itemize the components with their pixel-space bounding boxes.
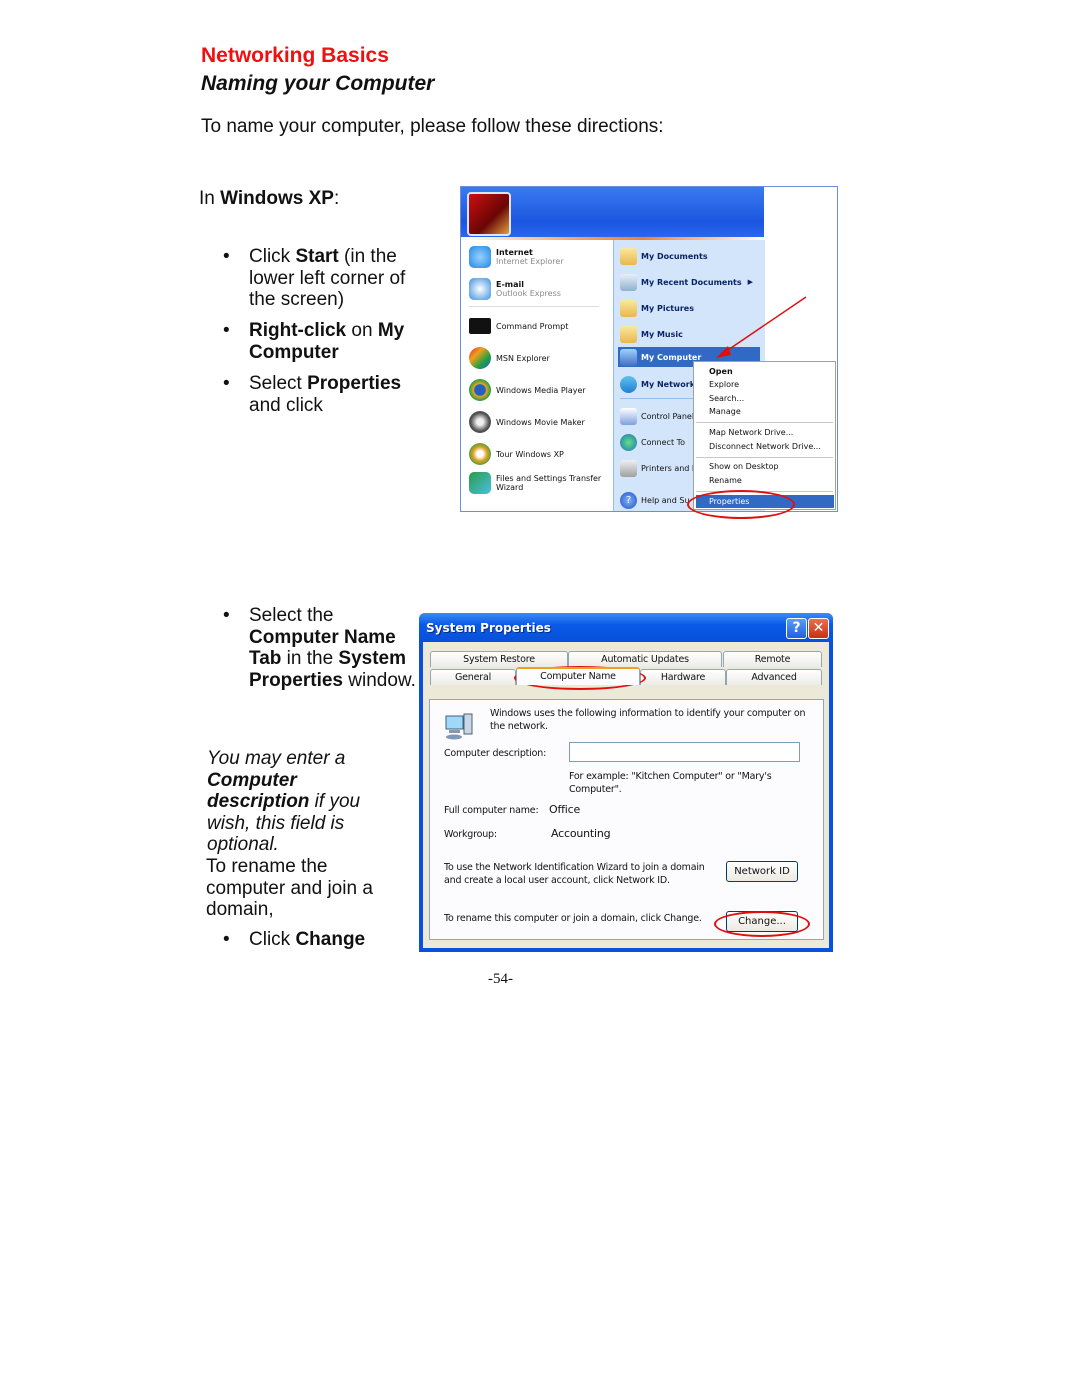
ctx-map-drive[interactable]: Map Network Drive...: [709, 428, 793, 437]
folder-icon: [620, 247, 637, 265]
user-avatar-chess-icon: [467, 192, 511, 236]
network-id-button[interactable]: Network ID: [726, 861, 798, 882]
start-item-tour-xp[interactable]: Tour Windows XP: [469, 443, 564, 465]
step-click-change: • Click Change: [223, 929, 366, 950]
submenu-arrow-icon: ▶: [747, 278, 754, 286]
ctx-explore[interactable]: Explore: [709, 380, 739, 389]
bullet: •: [223, 320, 230, 341]
workgroup-value: Accounting: [551, 827, 611, 840]
full-name-value: Office: [549, 803, 581, 816]
menu-separator: [696, 422, 833, 423]
start-item-internet[interactable]: Internet Internet Explorer: [469, 246, 564, 268]
step-click-start: • Click Start (in the lower left corner …: [223, 246, 406, 310]
description-label: Computer description:: [444, 748, 547, 759]
intro-text: To name your computer, please follow the…: [201, 116, 664, 137]
bullet: •: [223, 605, 230, 626]
ctx-manage[interactable]: Manage: [709, 407, 741, 416]
outlook-express-icon: [469, 278, 491, 300]
dialog-body: System Restore Automatic Updates Remote …: [423, 642, 829, 948]
tour-xp-icon: [469, 443, 491, 465]
transfer-wizard-icon: [469, 472, 491, 494]
close-button[interactable]: ✕: [808, 618, 829, 639]
context-menu: Open Explore Search... Manage Map Networ…: [693, 361, 836, 510]
media-player-icon: [469, 379, 491, 401]
step-select-properties: • Select Properties and click: [223, 373, 402, 416]
tab-computer-name[interactable]: Computer Name: [516, 667, 640, 685]
pictures-folder-icon: [620, 299, 637, 317]
help-button[interactable]: ?: [786, 618, 807, 639]
dialog-title: System Properties: [426, 621, 551, 635]
page-number: -54-: [488, 971, 513, 987]
my-network-icon: [620, 375, 637, 393]
place-my-music[interactable]: My Music: [620, 324, 760, 344]
tab-hardware[interactable]: Hardware: [640, 669, 726, 685]
tab-remote[interactable]: Remote: [723, 651, 822, 667]
tab-automatic-updates[interactable]: Automatic Updates: [568, 651, 722, 667]
printer-icon: [620, 459, 637, 477]
start-item-msn-explorer[interactable]: MSN Explorer: [469, 347, 550, 369]
step-right-click: • Right-click on My Computer: [223, 320, 405, 363]
bullet: •: [223, 246, 230, 267]
msn-butterfly-icon: [469, 347, 491, 369]
movie-maker-icon: [469, 411, 491, 433]
start-menu-programs: Internet Internet Explorer E-mail Outlook …: [461, 240, 613, 511]
recent-documents-icon: [620, 273, 637, 291]
start-item-email[interactable]: E-mail Outlook Express: [469, 278, 561, 300]
tab-general[interactable]: General: [430, 669, 516, 685]
highlight-oval-properties: [687, 490, 795, 519]
ctx-rename[interactable]: Rename: [709, 476, 742, 485]
place-my-recent-documents[interactable]: My Recent Documents ▶: [620, 272, 760, 292]
section-title: Networking Basics: [201, 44, 389, 67]
ctx-show-on-desktop[interactable]: Show on Desktop: [709, 462, 779, 471]
ctx-disconnect-drive[interactable]: Disconnect Network Drive...: [709, 442, 821, 451]
computer-description-input[interactable]: [569, 742, 800, 762]
start-item-command-prompt[interactable]: Command Prompt: [469, 318, 568, 334]
bullet: •: [223, 929, 230, 950]
start-item-movie-maker[interactable]: Windows Movie Maker: [469, 411, 585, 433]
computer-name-panel: Windows uses the following information t…: [429, 699, 824, 940]
tab-system-restore[interactable]: System Restore: [430, 651, 568, 667]
bullet: •: [223, 373, 230, 394]
tab-advanced[interactable]: Advanced: [726, 669, 822, 685]
start-item-media-player[interactable]: Windows Media Player: [469, 379, 586, 401]
ctx-open[interactable]: Open: [709, 367, 733, 376]
divider: [469, 306, 599, 307]
computer-network-icon: [445, 713, 473, 740]
full-name-label: Full computer name:: [444, 805, 539, 816]
place-my-pictures[interactable]: My Pictures: [620, 298, 760, 318]
my-computer-icon: [620, 348, 637, 366]
info-text: Windows uses the following information t…: [490, 708, 806, 732]
system-properties-dialog: System Properties ? ✕ System Restore Aut…: [419, 613, 833, 952]
control-panel-icon: [620, 407, 637, 425]
rename-text: To rename the computer and join a domain…: [206, 856, 373, 920]
menu-separator: [696, 457, 833, 458]
network-id-text: To use the Network Identification Wizard…: [444, 862, 705, 886]
start-item-transfer-wizard[interactable]: Files and Settings Transfer Wizard: [469, 472, 609, 494]
workgroup-label: Workgroup:: [444, 829, 497, 840]
connect-to-icon: [620, 433, 637, 451]
highlight-oval-change: [714, 911, 810, 937]
os-heading: In Windows XP:: [199, 188, 340, 209]
internet-explorer-icon: [469, 246, 491, 268]
optional-note: You may enter a Computer description if …: [207, 748, 361, 855]
page-title: Naming your Computer: [201, 72, 435, 95]
example-text: For example: "Kitchen Computer" or "Mary…: [569, 771, 772, 795]
change-text: To rename this computer or join a domain…: [444, 913, 702, 924]
ctx-search[interactable]: Search...: [709, 394, 744, 403]
place-my-documents[interactable]: My Documents: [620, 246, 760, 266]
music-folder-icon: [620, 325, 637, 343]
start-menu-header: [461, 187, 764, 237]
command-prompt-icon: [469, 318, 491, 334]
help-icon: ?: [620, 491, 637, 509]
step-select-tab: • Select the Computer Name Tab in the Sy…: [223, 605, 416, 691]
dialog-titlebar: System Properties ? ✕: [419, 613, 833, 642]
